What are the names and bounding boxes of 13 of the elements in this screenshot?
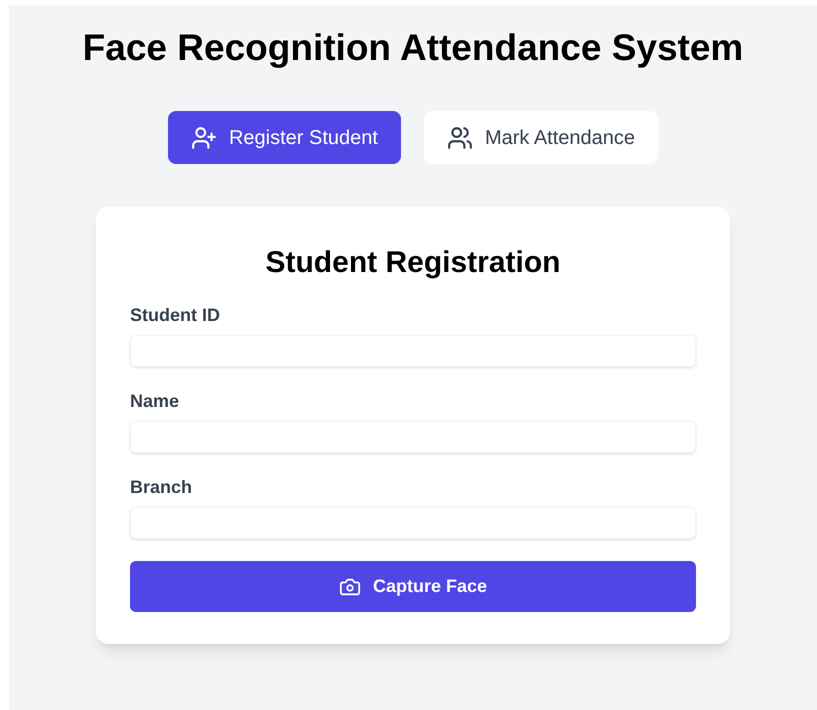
capture-face-button[interactable]: Capture Face — [130, 561, 696, 612]
input-field[interactable] — [130, 507, 696, 539]
tab[interactable]: Mark Attendance — [424, 111, 658, 164]
form-title: Student Registration — [264, 245, 562, 281]
tab[interactable]: Register Student — [168, 111, 401, 164]
add-user-icon — [190, 124, 217, 150]
input-field[interactable] — [130, 335, 696, 367]
users-icon — [446, 124, 473, 150]
field-label: Name — [130, 390, 180, 413]
field-label: Student ID — [130, 304, 220, 327]
page-title: Face Recognition Attendance System — [82, 26, 744, 70]
field-label: Branch — [130, 476, 192, 499]
input-field[interactable] — [130, 421, 696, 453]
